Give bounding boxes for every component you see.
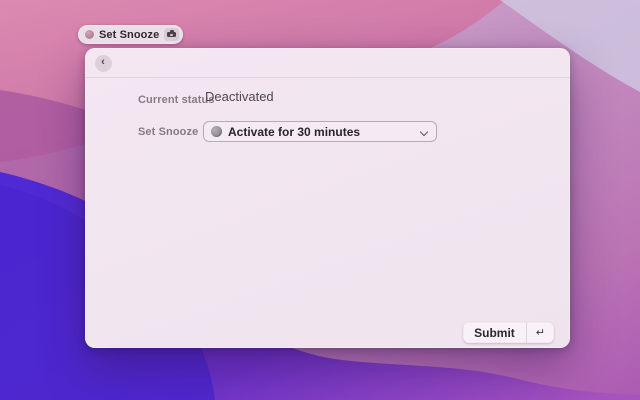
snooze-window: ‹ Current status Deactivated Set Snooze … bbox=[85, 48, 570, 348]
moon-icon bbox=[211, 126, 222, 137]
pill-label: Set Snooze bbox=[99, 28, 160, 41]
chevron-left-icon: ‹ bbox=[101, 56, 105, 68]
chevron-down-icon bbox=[420, 128, 428, 136]
extension-icon bbox=[85, 30, 94, 39]
set-snooze-pill[interactable]: Set Snooze bbox=[78, 25, 184, 44]
current-status-value: Deactivated bbox=[205, 89, 274, 104]
return-key-icon: ↵ bbox=[535, 326, 545, 339]
current-status-label: Current status bbox=[138, 94, 215, 106]
set-snooze-label: Set Snooze bbox=[138, 126, 199, 138]
submit-button[interactable]: Submit ↵ bbox=[463, 322, 554, 343]
camera-badge-icon bbox=[164, 28, 180, 41]
back-button[interactable]: ‹ bbox=[95, 54, 112, 72]
submit-label: Submit bbox=[474, 325, 515, 340]
window-header: ‹ bbox=[85, 48, 570, 78]
snooze-duration-dropdown[interactable]: Activate for 30 minutes bbox=[203, 121, 437, 142]
dropdown-selected-value: Activate for 30 minutes bbox=[228, 124, 361, 139]
